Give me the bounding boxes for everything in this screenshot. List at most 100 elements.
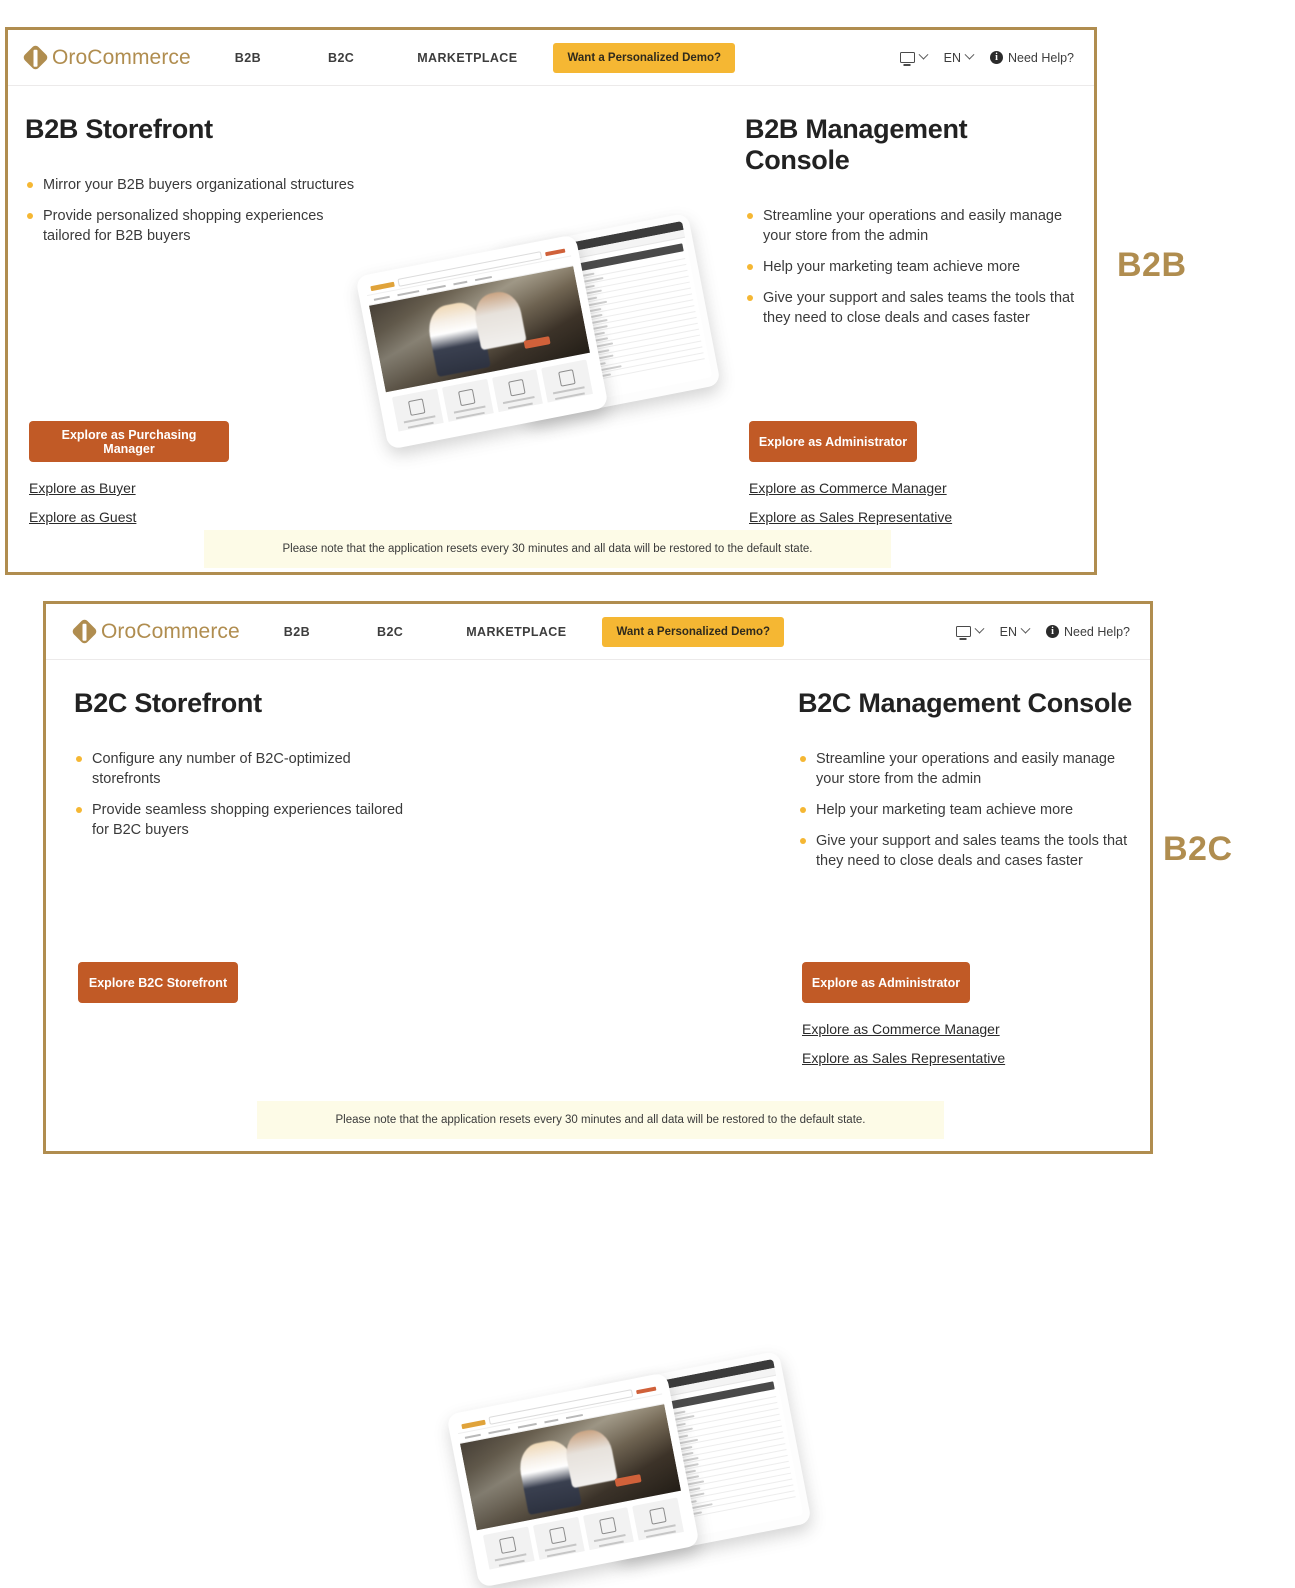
table-row [522,311,697,352]
b2b-storefront-column: B2B Storefront Mirror your B2B buyers or… [25,114,355,525]
nav-item-b2b[interactable]: B2B [235,51,261,65]
tile [391,388,448,433]
explore-as-buyer-link[interactable]: Explore as Buyer [29,480,136,496]
table-row [514,270,689,311]
list-item: Provide seamless shopping experiences ta… [74,800,414,840]
admin-subbar [594,1367,777,1411]
tile [582,1507,639,1571]
language-selector[interactable]: EN [999,623,1031,639]
nav-item-b2c[interactable]: B2C [328,51,354,65]
explore-as-administrator-button[interactable]: Explore as Administrator [749,421,917,462]
b2c-storefront-column: B2C Storefront Configure any number of B… [74,688,414,1003]
storefront-screen [455,1381,689,1571]
b2b-reset-notice: Please note that the application resets … [204,530,891,568]
chevron-down-icon [974,623,985,634]
explore-as-commerce-manager-link[interactable]: Explore as Commerce Manager [749,480,947,496]
chevron-down-icon [918,49,929,60]
table-row [611,1438,786,1478]
table-row [612,1444,787,1484]
admin-topbar [592,1358,775,1403]
list-item: Help your marketing team achieve more [798,800,1138,820]
b2c-navbar: OroCommerce B2B B2C MARKETPLACE Want a P… [46,604,1150,660]
table-row [513,264,688,305]
catalog-icon [499,1536,517,1554]
list-item: Configure any number of B2C-optimized st… [74,749,414,789]
order-icon [458,388,476,407]
storefront-hero-image [460,1404,682,1531]
table-row [604,1402,779,1443]
b2c-demo-panel: OroCommerce B2B B2C MARKETPLACE Want a P… [43,601,1153,1588]
hero-cta-button [523,336,551,350]
b2b-navbar: OroCommerce B2B B2C MARKETPLACE Want a P… [8,30,1094,86]
admin-console-screen [592,1358,804,1551]
need-help-link[interactable]: i Need Help? [989,50,1074,65]
b2c-logo[interactable]: OroCommerce [71,618,240,645]
device-selector[interactable] [955,623,985,637]
b2c-reset-notice: Please note that the application resets … [257,1101,944,1139]
info-circle-icon: i [989,51,1003,64]
storefront-account-icon [545,248,566,257]
storefront-tiles [386,353,598,433]
table-row [520,300,695,340]
explore-as-sales-representative-link[interactable]: Explore as Sales Representative [802,1050,1005,1066]
admin-subbar [503,229,686,273]
nav-item-marketplace[interactable]: MARKETPLACE [466,625,566,639]
admin-console-screen [501,220,713,413]
explore-as-purchasing-manager-button[interactable]: Explore as Purchasing Manager [29,421,229,462]
list-item: Give your support and sales teams the to… [745,288,1075,328]
table-row [606,1414,781,1455]
b2b-logo[interactable]: OroCommerce [22,44,191,71]
hero-cta-button [614,1474,642,1488]
b2c-management-console-bullets: Streamline your operations and easily ma… [798,749,1138,871]
explore-b2c-storefront-button[interactable]: Explore B2C Storefront [78,962,238,1003]
b2b-demo-panel: OroCommerce B2B B2C MARKETPLACE Want a P… [5,27,1097,575]
chevron-down-icon [1020,623,1031,634]
tile [491,369,548,433]
personalized-demo-button[interactable]: Want a Personalized Demo? [602,616,785,647]
need-help-label: Need Help? [1007,50,1074,65]
section-label-b2c: B2C [1163,830,1233,868]
b2c-devices-illustration [446,1350,812,1588]
device-selector[interactable] [899,49,929,63]
info-circle-icon: i [1045,625,1059,638]
explore-as-commerce-manager-link[interactable]: Explore as Commerce Manager [802,1021,1000,1037]
tile [632,1497,688,1562]
table-row [602,1391,777,1431]
storefront-logo-icon [461,1419,486,1429]
explore-as-sales-representative-link[interactable]: Explore as Sales Representative [749,509,952,525]
table-row [619,1479,794,1519]
storefront-search-input [488,1389,634,1425]
nav-item-b2b[interactable]: B2B [284,625,310,639]
b2b-site: OroCommerce B2B B2C MARKETPLACE Want a P… [8,30,1094,572]
table-row [523,317,698,358]
storefront-logo-icon [370,281,395,291]
nav-item-b2c[interactable]: B2C [377,625,403,639]
personalized-demo-button[interactable]: Want a Personalized Demo? [553,42,736,73]
gift-icon [507,378,526,397]
b2c-management-console-title: B2C Management Console [798,688,1132,718]
oro-diamond-icon [71,618,98,645]
table-row [618,1473,793,1514]
monitor-icon [955,626,971,637]
language-label: EN [999,624,1017,639]
list-item: Streamline your operations and easily ma… [745,206,1075,246]
need-help-link[interactable]: i Need Help? [1045,624,1130,639]
storefront-screen [364,243,598,433]
list-item: Streamline your operations and easily ma… [798,749,1138,789]
admin-console-tablet [493,212,721,423]
table-row [605,1408,780,1449]
table-row [526,329,701,370]
language-selector[interactable]: EN [944,49,975,65]
explore-as-administrator-button[interactable]: Explore as Administrator [802,962,970,1003]
mail-icon [648,1507,667,1525]
explore-as-guest-link[interactable]: Explore as Guest [29,509,136,525]
admin-grid-rows [598,1390,799,1531]
nav-item-marketplace[interactable]: MARKETPLACE [417,51,517,65]
need-help-label: Need Help? [1063,624,1130,639]
monitor-icon [899,52,915,63]
oro-diamond-icon [22,44,49,71]
storefront-account-icon [636,1386,657,1395]
storefront-tablet [446,1372,700,1588]
table-row [521,306,696,346]
b2c-header-right: EN i Need Help? [955,623,1134,639]
